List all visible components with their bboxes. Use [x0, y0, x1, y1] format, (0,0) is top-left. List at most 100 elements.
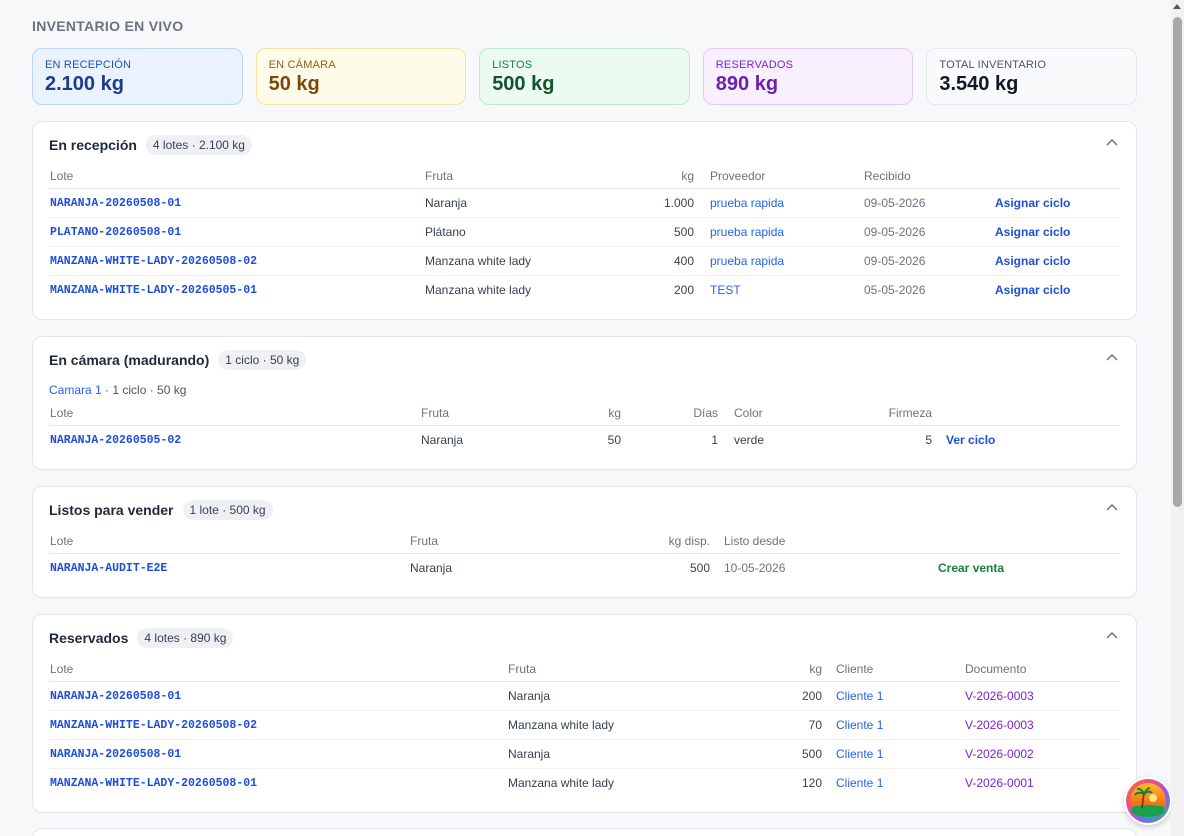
spacer-cell [695, 275, 709, 304]
table-row: MANZANA-WHITE-LADY-20260508-01 Manzana w… [49, 768, 1120, 797]
lote-link[interactable]: NARANJA-20260505-02 [50, 434, 181, 447]
stat-value: 50 kg [268, 73, 320, 95]
table-row: MANZANA-WHITE-LADY-20260508-02 Manzana w… [49, 246, 1120, 276]
lote-link[interactable]: NARANJA-AUDIT-E2E [50, 562, 167, 575]
fruta-cell: Naranja [410, 560, 453, 575]
page-title: INVENTARIO EN VIVO [32, 18, 184, 34]
col-actions [937, 529, 1120, 554]
ver-ciclo-button[interactable]: Ver ciclo [946, 433, 995, 447]
lote-link[interactable]: NARANJA-20260508-01 [50, 197, 181, 210]
col-actions [945, 401, 1120, 426]
scrollbar-thumb[interactable] [1173, 17, 1182, 507]
documento-link[interactable]: V-2026-0002 [965, 747, 1034, 761]
section-header[interactable]: Reservados 4 lotes · 890 kg [49, 627, 234, 649]
section-header[interactable]: En recepción 4 lotes · 2.100 kg [49, 134, 252, 156]
stat-value: 500 kg [492, 73, 555, 95]
cliente-link[interactable]: Cliente 1 [836, 776, 883, 790]
lote-link[interactable]: PLATANO-20260508-01 [50, 226, 181, 239]
asignar-ciclo-button[interactable]: Asignar ciclo [995, 225, 1070, 239]
cliente-link[interactable]: Cliente 1 [836, 689, 883, 703]
col-spacer [711, 529, 723, 554]
section-listos: Listos para vender 1 lote · 500 kg Lote … [32, 486, 1137, 598]
col-kg: kg [604, 164, 695, 189]
table-row: NARANJA-20260505-02 Naranja 50 1 verde 5… [49, 425, 1120, 454]
table-row: NARANJA-20260508-01 Naranja 500 Cliente … [49, 739, 1120, 769]
asignar-ciclo-button[interactable]: Asignar ciclo [995, 254, 1070, 268]
stat-label: RESERVADOS [715, 59, 794, 71]
col-kg: kg [707, 657, 823, 682]
stat-value: 890 kg [715, 73, 779, 95]
documento-link[interactable]: V-2026-0003 [965, 718, 1034, 732]
stat-value: 2.100 kg [45, 73, 124, 95]
camera-subheader: Camara 1 · 1 ciclo · 50 kg [49, 383, 186, 397]
table-row: PLATANO-20260508-01 Plátano 500 prueba r… [49, 217, 1120, 247]
stat-card-recepcion[interactable]: EN RECEPCIÓN 2.100 kg [32, 48, 243, 105]
section-header[interactable]: Listos para vender 1 lote · 500 kg [49, 499, 273, 521]
chevron-up-icon[interactable] [1106, 353, 1118, 361]
col-kg: kg [560, 401, 622, 426]
cliente-link[interactable]: Cliente 1 [836, 747, 883, 761]
listo-desde-cell: 10-05-2026 [724, 560, 786, 575]
vertical-scrollbar[interactable] [1171, 0, 1184, 836]
lote-link[interactable]: NARANJA-20260508-01 [50, 748, 181, 761]
lote-link[interactable]: NARANJA-20260508-01 [50, 690, 181, 703]
next-section-card [32, 828, 1137, 836]
stat-card-camara[interactable]: EN CÁMARA 50 kg [255, 48, 467, 105]
kg-cell: 400 [604, 246, 695, 276]
kg-cell: 200 [707, 681, 823, 711]
col-firmeza: Firmeza [883, 401, 933, 426]
documento-link[interactable]: V-2026-0003 [965, 689, 1034, 703]
cliente-link[interactable]: Cliente 1 [836, 718, 883, 732]
chevron-up-icon[interactable] [1106, 503, 1118, 511]
section-header[interactable]: En cámara (madurando) 1 ciclo · 50 kg [49, 349, 307, 371]
recibido-cell: 09-05-2026 [863, 217, 994, 247]
spacer-cell [711, 553, 723, 582]
lote-link[interactable]: MANZANA-WHITE-LADY-20260508-02 [50, 719, 257, 732]
recibido-cell: 09-05-2026 [863, 246, 994, 276]
camara-table: Lote Fruta kg Días Color Firmeza NARANJA… [49, 401, 1120, 454]
stats-row: EN RECEPCIÓN 2.100 kg EN CÁMARA 50 kg LI… [32, 48, 1137, 105]
col-listo-desde: Listo desde [723, 529, 937, 554]
lote-link[interactable]: MANZANA-WHITE-LADY-20260505-01 [50, 284, 257, 297]
col-recibido: Recibido [863, 164, 994, 189]
camera-link[interactable]: Camara 1 [49, 383, 102, 397]
reservados-table: Lote Fruta kg Cliente Documento NARANJA-… [49, 657, 1120, 797]
table-row: MANZANA-WHITE-LADY-20260505-01 Manzana w… [49, 275, 1120, 304]
section-title: En cámara (madurando) [49, 352, 210, 368]
proveedor-link[interactable]: prueba rapida [710, 196, 784, 210]
proveedor-link[interactable]: prueba rapida [710, 254, 784, 268]
stat-label: EN RECEPCIÓN [45, 59, 132, 71]
chevron-up-icon[interactable] [1106, 631, 1118, 639]
stat-card-reservados[interactable]: RESERVADOS 890 kg [702, 48, 914, 105]
lote-link[interactable]: MANZANA-WHITE-LADY-20260508-02 [50, 255, 257, 268]
section-count-badge: 1 lote · 500 kg [182, 500, 273, 520]
col-actions [994, 164, 1120, 189]
spacer-cell [823, 681, 835, 711]
chevron-up-icon[interactable] [1106, 138, 1118, 146]
spacer-cell [695, 246, 709, 276]
documento-link[interactable]: V-2026-0001 [965, 776, 1034, 790]
crear-venta-button[interactable]: Crear venta [938, 561, 1004, 575]
col-lote: Lote [49, 657, 507, 682]
stat-card-listos[interactable]: LISTOS 500 kg [479, 48, 690, 105]
asignar-ciclo-button[interactable]: Asignar ciclo [995, 196, 1070, 210]
stat-label: LISTOS [492, 59, 533, 71]
kg-cell: 70 [707, 710, 823, 740]
scroll-up-arrow-icon[interactable] [1173, 4, 1181, 9]
fruta-cell: Manzana white lady [425, 282, 532, 297]
fruta-cell: Manzana white lady [507, 710, 707, 740]
asignar-ciclo-button[interactable]: Asignar ciclo [995, 283, 1070, 297]
section-title: Listos para vender [49, 502, 174, 518]
kg-cell: 500 [689, 560, 710, 575]
col-spacer [719, 401, 733, 426]
proveedor-link[interactable]: prueba rapida [710, 225, 784, 239]
assistant-button[interactable] [1124, 777, 1172, 825]
col-spacer [695, 164, 709, 189]
col-fruta: Fruta [424, 164, 604, 189]
lote-link[interactable]: MANZANA-WHITE-LADY-20260508-01 [50, 777, 257, 790]
spacer-cell [933, 425, 945, 454]
col-color: Color [733, 401, 883, 426]
spacer-cell [695, 217, 709, 247]
proveedor-link[interactable]: TEST [710, 283, 741, 297]
fruta-cell: Naranja [424, 188, 604, 218]
